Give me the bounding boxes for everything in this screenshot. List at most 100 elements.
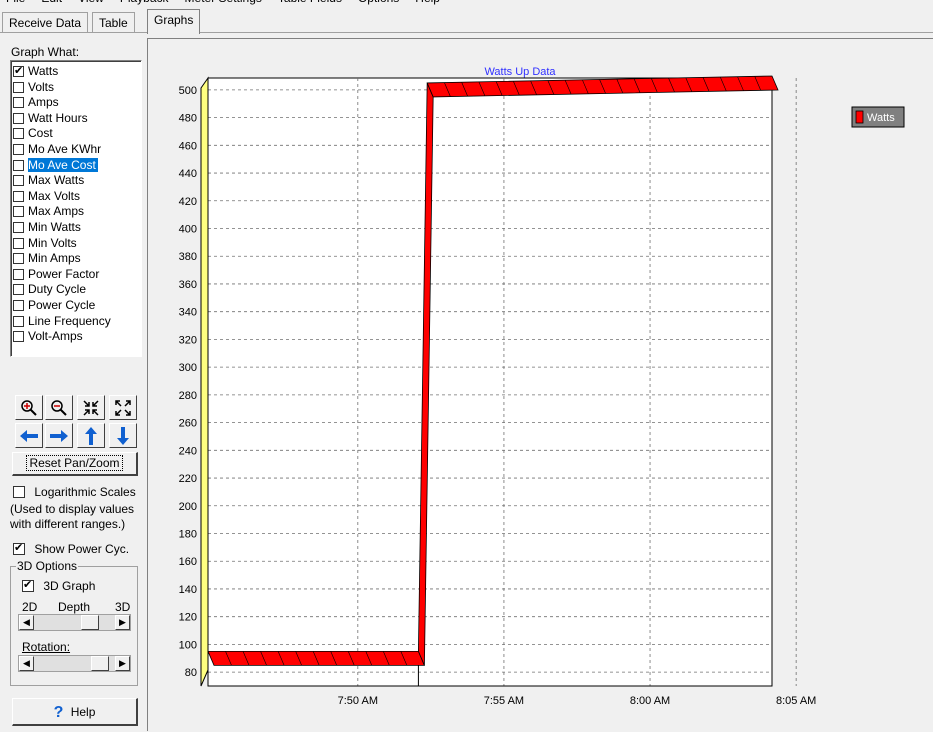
menu-item[interactable]: View — [78, 0, 104, 5]
pan-up-button[interactable] — [77, 423, 105, 448]
legend-label: Watts — [867, 112, 895, 124]
graph-item-checkbox[interactable] — [13, 268, 24, 280]
show-power-cycle-checkbox[interactable] — [13, 541, 25, 555]
graph-item-amps[interactable]: Amps — [13, 95, 141, 110]
watts-chart: 80 100 120 140 160 180 200 220 240 260 280 300 320 34… — [179, 66, 905, 707]
graph-item-min-volts[interactable]: Min Volts — [13, 236, 141, 251]
graph-item-checkbox[interactable] — [13, 81, 24, 93]
rotation-thumb[interactable] — [91, 656, 109, 671]
menu-item[interactable]: Edit — [41, 0, 62, 5]
depth-3d-label: 3D — [115, 600, 131, 614]
graph-item-checkbox[interactable] — [13, 300, 24, 311]
graph-item-checkbox[interactable] — [13, 222, 24, 233]
graph-item-label: Mo Ave Cost — [28, 157, 98, 172]
graph-item-checkbox[interactable] — [13, 112, 24, 124]
y-tick-label: 340 — [179, 307, 197, 319]
depth-slider[interactable]: ◀ ▶ — [18, 614, 131, 631]
graph-item-label: Min Watts — [28, 220, 81, 234]
arrow-down-icon — [117, 426, 129, 445]
graph-item-checkbox[interactable] — [13, 206, 24, 218]
expand-button[interactable] — [109, 395, 137, 420]
graph-item-mo-ave-cost[interactable]: Mo Ave Cost — [13, 157, 141, 173]
graph-item-watt-hours[interactable]: Watt Hours — [13, 111, 141, 126]
graph-item-max-amps[interactable]: Max Amps — [13, 204, 141, 219]
zoom-out-button[interactable] — [45, 395, 73, 420]
graph-item-checkbox[interactable] — [13, 175, 24, 187]
graph-item-min-amps[interactable]: Min Amps — [13, 251, 141, 266]
shrink-button[interactable] — [77, 395, 105, 420]
options-3d-label: 3D Options — [16, 559, 79, 573]
graph-item-checkbox[interactable] — [13, 64, 24, 79]
help-button[interactable]: ? Help — [12, 698, 138, 726]
pan-right-button[interactable] — [45, 423, 73, 448]
graph-item-checkbox[interactable] — [13, 331, 24, 343]
help-label: Help — [70, 705, 96, 719]
y-tick-label: 440 — [179, 168, 197, 180]
rotation-label-text: Rotation: — [22, 640, 71, 654]
graph-item-checkbox[interactable] — [13, 97, 24, 109]
tab-graphs[interactable]: Graphs — [147, 9, 201, 34]
y-tick-label: 420 — [179, 196, 197, 208]
graph-item-mo-ave-kwhr[interactable]: Mo Ave KWhr — [13, 142, 141, 157]
menu-item[interactable]: Playback — [120, 0, 169, 5]
rotation-left-arrow[interactable]: ◀ — [19, 656, 34, 671]
y-tick-label: 480 — [179, 113, 197, 125]
graph-item-label: Power Cycle — [28, 298, 96, 312]
graph-item-checkbox[interactable] — [13, 315, 24, 327]
graph-what-list[interactable]: WattsVoltsAmpsWatt HoursCostMo Ave KWhrM… — [10, 60, 142, 357]
graph-item-duty-cycle[interactable]: Duty Cycle — [13, 282, 141, 297]
tab-divider — [0, 32, 933, 33]
show-power-cycle-option[interactable]: Show Power Cyc. — [13, 541, 129, 556]
rotation-right-arrow[interactable]: ▶ — [115, 656, 130, 671]
graph-item-power-cycle[interactable]: Power Cycle — [13, 298, 141, 313]
menu-item[interactable]: File — [6, 0, 25, 5]
y-tick-label: 180 — [179, 529, 197, 541]
graph-item-cost[interactable]: Cost — [13, 126, 141, 141]
menu-item[interactable]: Meter Settings — [185, 0, 262, 5]
pan-left-button[interactable] — [15, 423, 43, 448]
graph-item-line-frequency[interactable]: Line Frequency — [13, 314, 141, 329]
graph-item-volt-amps[interactable]: Volt-Amps — [13, 329, 141, 344]
graph-item-checkbox[interactable] — [13, 144, 24, 155]
graph-item-checkbox[interactable] — [13, 253, 24, 265]
graph-item-label: Amps — [28, 95, 59, 110]
reset-pan-zoom-button[interactable]: Reset Pan/Zoom — [12, 452, 138, 476]
help-icon: ? — [53, 704, 64, 721]
graph-item-label: Cost — [28, 126, 53, 141]
depth-thumb[interactable] — [81, 615, 99, 630]
zoom-in-button[interactable] — [15, 395, 43, 420]
graph-item-checkbox[interactable] — [13, 284, 24, 296]
menu-item[interactable]: Table Fields — [278, 0, 342, 5]
graph-item-checkbox[interactable] — [13, 128, 24, 140]
tab-receive-data[interactable]: Receive Data — [2, 12, 89, 32]
tab-table[interactable]: Table — [92, 12, 135, 32]
graph-item-max-watts[interactable]: Max Watts — [13, 173, 141, 188]
graph-item-checkbox[interactable] — [13, 190, 24, 202]
graph-3d-checkbox[interactable] — [22, 578, 34, 592]
y-tick-label: 320 — [179, 334, 197, 346]
graph-item-watts[interactable]: Watts — [13, 64, 141, 79]
graph-item-checkbox[interactable] — [13, 237, 24, 249]
log-scales-option[interactable]: Logarithmic Scales — [13, 485, 136, 499]
arrow-up-icon — [85, 426, 97, 445]
graph-item-label: Duty Cycle — [28, 282, 87, 297]
depth-left-arrow[interactable]: ◀ — [19, 615, 34, 630]
graph-item-volts[interactable]: Volts — [13, 80, 141, 95]
graph-item-checkbox[interactable] — [13, 159, 24, 171]
rotation-slider[interactable]: ◀ ▶ — [18, 655, 131, 672]
pan-down-button[interactable] — [109, 423, 137, 448]
graph-item-min-watts[interactable]: Min Watts — [13, 220, 141, 235]
menu-item[interactable]: Help — [415, 0, 440, 5]
depth-right-arrow[interactable]: ▶ — [115, 615, 130, 630]
menu-item[interactable]: Options — [358, 0, 399, 5]
graph-3d-option[interactable]: 3D Graph — [22, 578, 95, 593]
graph-item-power-factor[interactable]: Power Factor — [13, 267, 141, 282]
depth-2d-label: 2D — [22, 600, 38, 614]
graph-what-label: Graph What: — [11, 45, 80, 59]
arrow-right-icon — [50, 429, 68, 442]
log-scales-checkbox[interactable] — [13, 486, 25, 498]
y-tick-label: 260 — [179, 418, 197, 430]
graph-item-max-volts[interactable]: Max Volts — [13, 189, 141, 204]
log-scales-label: Logarithmic Scales — [34, 485, 136, 499]
zoom-in-icon — [21, 399, 37, 416]
